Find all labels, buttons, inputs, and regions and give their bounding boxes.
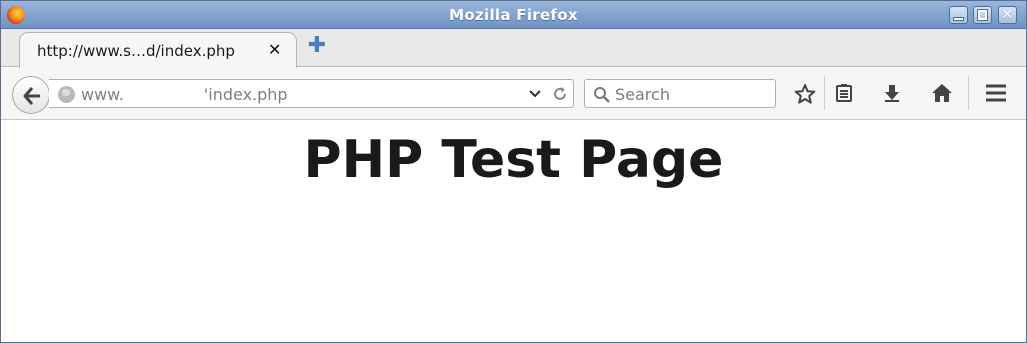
minimize-icon — [954, 18, 963, 20]
chevron-down-icon[interactable] — [528, 83, 542, 107]
toolbar-separator — [968, 76, 969, 110]
close-icon: ✕ — [1001, 5, 1014, 23]
bookmark-star-icon[interactable] — [791, 80, 817, 106]
home-icon[interactable] — [928, 80, 954, 106]
search-bar[interactable] — [584, 79, 776, 108]
tab-active[interactable]: http://www.s…d/index.php ✕ — [19, 32, 297, 68]
tab-strip: http://www.s…d/index.php ✕ ✚ — [1, 29, 1026, 68]
browser-window: Mozilla Firefox ✕ http://www.s…d/index.p… — [0, 0, 1027, 343]
back-button[interactable] — [12, 76, 50, 114]
toolbar-separator — [824, 76, 825, 110]
tab-close-icon[interactable]: ✕ — [268, 40, 281, 59]
tab-title: http://www.s…d/index.php — [37, 42, 235, 60]
globe-icon — [58, 86, 75, 103]
url-prefix: www. — [81, 85, 124, 104]
new-tab-icon[interactable]: ✚ — [307, 35, 327, 57]
navigation-toolbar: www. 'index.php — [1, 68, 1026, 120]
back-arrow-icon — [23, 87, 40, 105]
page-content: PHP Test Page — [1, 121, 1026, 342]
download-icon[interactable] — [879, 80, 905, 106]
maximize-icon — [977, 9, 988, 21]
close-window-button[interactable]: ✕ — [998, 5, 1017, 24]
hamburger-menu-icon[interactable] — [982, 80, 1008, 106]
search-icon — [594, 87, 610, 103]
url-text[interactable]: www. 'index.php — [81, 85, 288, 104]
maximize-button[interactable] — [973, 6, 992, 24]
search-input[interactable] — [615, 84, 770, 104]
minimize-button[interactable] — [949, 6, 968, 24]
url-suffix: 'index.php — [203, 85, 288, 104]
reload-icon[interactable] — [551, 85, 569, 107]
page-heading: PHP Test Page — [303, 130, 724, 190]
url-bar[interactable]: www. 'index.php — [49, 79, 574, 108]
title-bar: Mozilla Firefox ✕ — [1, 1, 1026, 29]
bookmarks-menu-icon[interactable] — [831, 80, 857, 106]
window-title: Mozilla Firefox — [449, 6, 578, 24]
